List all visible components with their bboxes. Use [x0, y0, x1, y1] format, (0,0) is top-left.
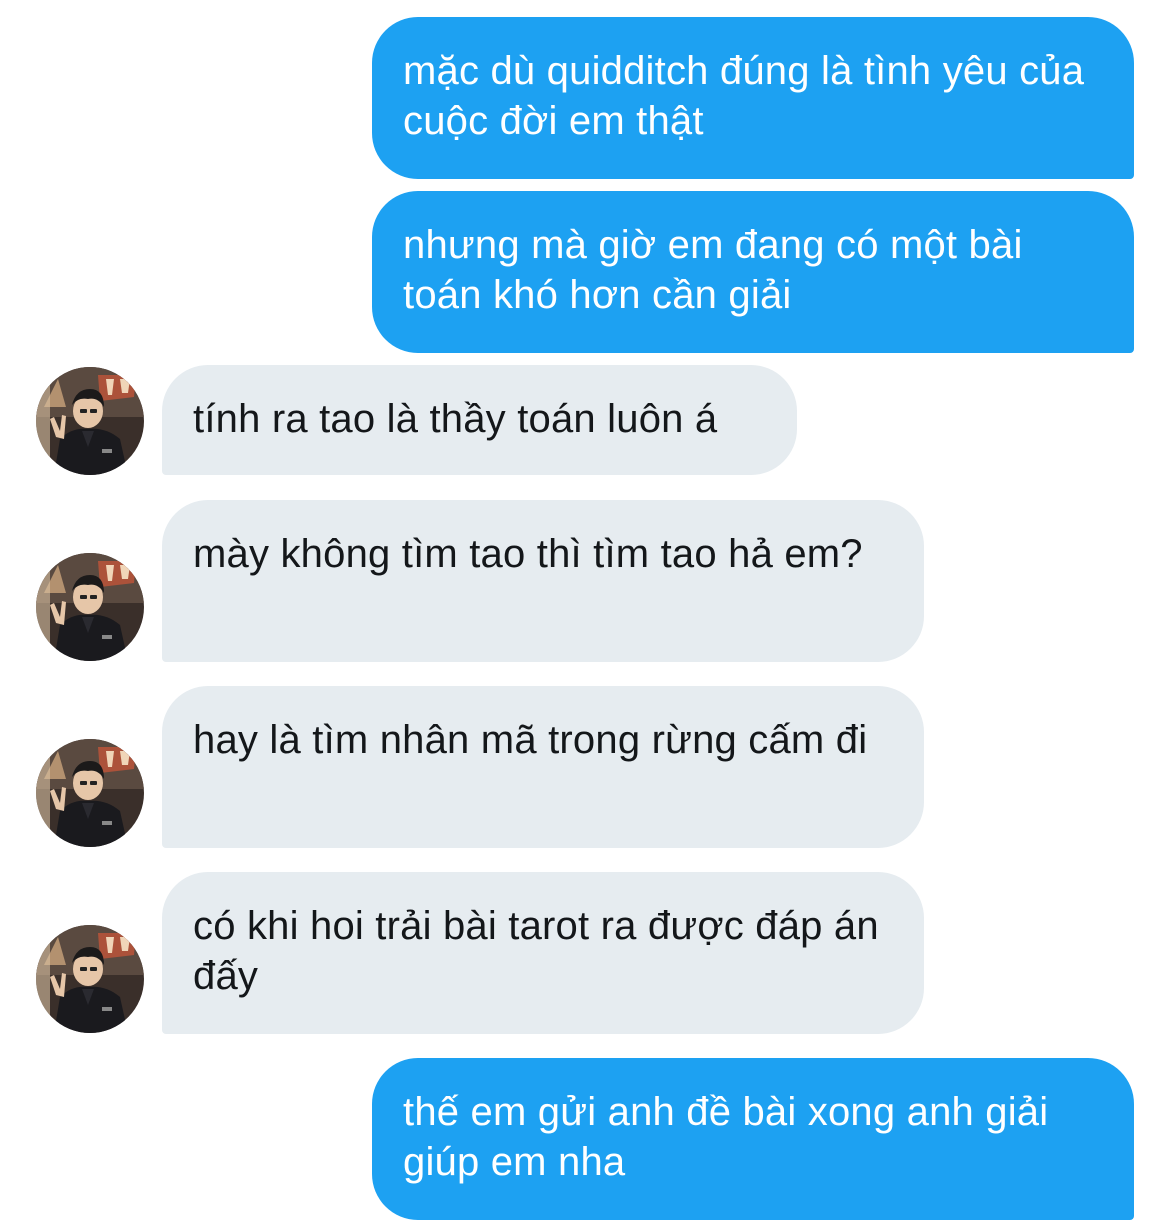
message-bubble-received[interactable]: có khi hoi trải bài tarot ra được đáp án…: [162, 872, 924, 1034]
message-text: hay là tìm nhân mã trong rừng cấm đi: [193, 718, 868, 762]
avatar-photo-icon: [36, 925, 144, 1033]
message-bubble-received[interactable]: tính ra tao là thầy toán luôn á: [162, 365, 797, 475]
message-bubble-sent[interactable]: thế em gửi anh đề bài xong anh giải giúp…: [372, 1058, 1134, 1220]
message-bubble-received[interactable]: hay là tìm nhân mã trong rừng cấm đi: [162, 686, 924, 848]
message-text: có khi hoi trải bài tarot ra được đáp án…: [193, 904, 879, 998]
message-text: nhưng mà giờ em đang có một bài toán khó…: [403, 223, 1023, 317]
message-bubble-sent[interactable]: nhưng mà giờ em đang có một bài toán khó…: [372, 191, 1134, 353]
user-avatar[interactable]: [36, 553, 144, 661]
message-text: mặc dù quidditch đúng là tình yêu của cu…: [403, 49, 1085, 143]
user-avatar[interactable]: [36, 739, 144, 847]
message-text: tính ra tao là thầy toán luôn á: [193, 397, 718, 441]
message-text: thế em gửi anh đề bài xong anh giải giúp…: [403, 1090, 1049, 1184]
user-avatar[interactable]: [36, 367, 144, 475]
message-bubble-received[interactable]: mày không tìm tao thì tìm tao hả em?: [162, 500, 924, 662]
avatar-photo-icon: [36, 553, 144, 661]
avatar-photo-icon: [36, 739, 144, 847]
user-avatar[interactable]: [36, 925, 144, 1033]
message-text: mày không tìm tao thì tìm tao hả em?: [193, 532, 863, 576]
message-bubble-sent[interactable]: mặc dù quidditch đúng là tình yêu của cu…: [372, 17, 1134, 179]
avatar-photo-icon: [36, 367, 144, 475]
